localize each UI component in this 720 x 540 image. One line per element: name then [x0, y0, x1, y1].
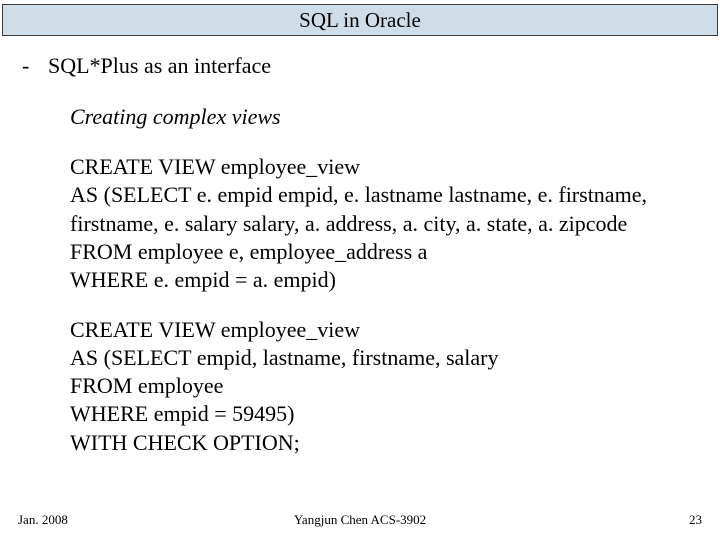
footer-page-number: 23 [689, 512, 702, 528]
slide: SQL in Oracle - SQL*Plus as an interface… [0, 0, 720, 540]
slide-title: SQL in Oracle [2, 4, 718, 36]
footer-date: Jan. 2008 [18, 512, 68, 528]
slide-body: - SQL*Plus as an interface Creating comp… [18, 52, 702, 457]
bullet-row: - SQL*Plus as an interface [18, 52, 702, 81]
sql-code-block-1: CREATE VIEW employee_view AS (SELECT e. … [70, 153, 702, 294]
section-subtitle: Creating complex views [70, 103, 702, 132]
bullet-dash: - [18, 52, 48, 81]
slide-footer: Jan. 2008 Yangjun Chen ACS-3902 23 [18, 512, 702, 528]
sql-code-block-2: CREATE VIEW employee_view AS (SELECT emp… [70, 316, 702, 457]
bullet-text: SQL*Plus as an interface [48, 52, 271, 81]
footer-author-course: Yangjun Chen ACS-3902 [18, 512, 702, 528]
